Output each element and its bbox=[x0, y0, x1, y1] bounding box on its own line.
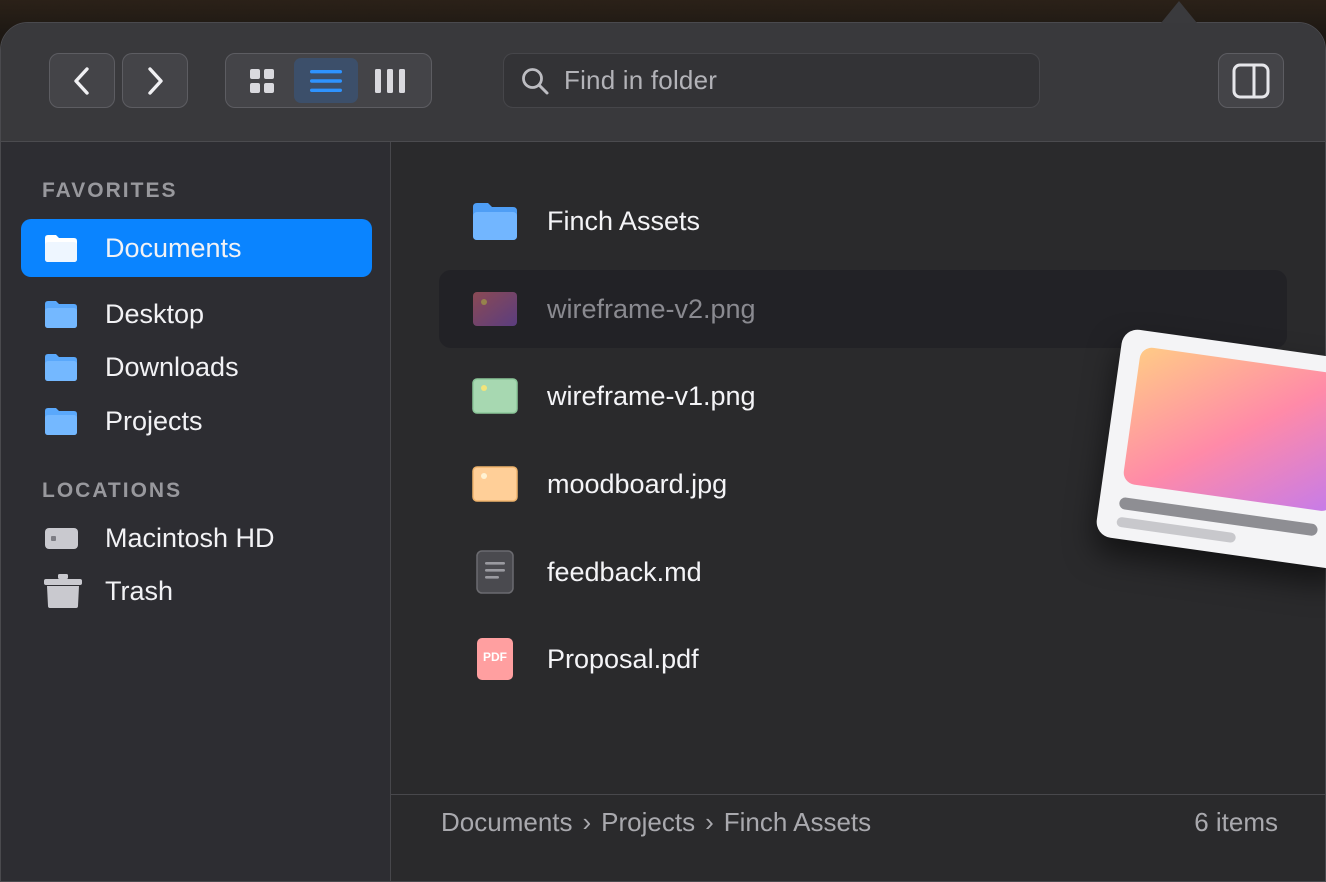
breadcrumb: Documents › Projects › Finch Assets bbox=[441, 807, 871, 838]
locations-heading: LOCATIONS bbox=[42, 479, 183, 502]
folder-icon bbox=[471, 198, 519, 244]
sidebar-item-trash[interactable]: Trash bbox=[21, 562, 372, 620]
sidebar-item-label: Desktop bbox=[105, 298, 205, 329]
popover-arrow bbox=[1161, 1, 1197, 23]
column-view-button[interactable] bbox=[358, 58, 422, 103]
drag-preview-thumbnail[interactable] bbox=[1094, 327, 1326, 571]
drag-preview-image bbox=[1122, 346, 1326, 513]
sidebar-item-projects[interactable]: Projects bbox=[21, 392, 372, 450]
file-row-proposal[interactable]: PDF Proposal.pdf bbox=[439, 620, 1287, 698]
sidebar-item-label: Documents bbox=[105, 232, 242, 263]
image-file-icon bbox=[471, 286, 519, 332]
sidebar-item-label: Projects bbox=[105, 405, 203, 436]
image-file-icon bbox=[471, 461, 519, 507]
search-field[interactable]: Find in folder bbox=[503, 53, 1040, 108]
forward-button[interactable] bbox=[122, 53, 188, 108]
sidebar-item-macintosh-hd[interactable]: Macintosh HD bbox=[21, 509, 372, 567]
list-view-icon bbox=[310, 69, 342, 92]
hard-drive-icon bbox=[43, 521, 83, 555]
sidebar-item-documents[interactable]: Documents bbox=[21, 219, 372, 277]
sidebar-item-downloads[interactable]: Downloads bbox=[21, 338, 372, 396]
search-icon bbox=[522, 67, 549, 94]
pdf-badge: PDF bbox=[483, 650, 507, 664]
file-name: feedback.md bbox=[547, 556, 702, 587]
breadcrumb-separator: › bbox=[705, 807, 714, 837]
sidebar: FAVORITES Documents Desktop Downloads Pr… bbox=[1, 142, 391, 881]
view-mode-segmented-control bbox=[225, 53, 432, 108]
favorites-heading: FAVORITES bbox=[42, 179, 178, 202]
pdf-file-icon: PDF bbox=[471, 636, 519, 682]
file-name: wireframe-v1.png bbox=[547, 380, 756, 411]
grid-view-button[interactable] bbox=[230, 58, 294, 103]
chevron-right-icon bbox=[148, 66, 163, 95]
folder-icon bbox=[43, 350, 83, 384]
sidebar-item-label: Macintosh HD bbox=[105, 522, 275, 553]
text-file-icon bbox=[471, 549, 519, 595]
chevron-left-icon bbox=[74, 66, 89, 95]
breadcrumb-item-finch-assets[interactable]: Finch Assets bbox=[724, 807, 871, 838]
search-placeholder: Find in folder bbox=[564, 65, 718, 95]
list-view-button[interactable] bbox=[294, 58, 358, 103]
column-view-icon bbox=[375, 68, 405, 93]
folder-icon bbox=[43, 404, 83, 438]
toolbar: Find in folder bbox=[1, 23, 1325, 142]
folder-icon bbox=[43, 231, 83, 265]
item-count: 6 items bbox=[1194, 807, 1278, 837]
file-name: wireframe-v2.png bbox=[547, 293, 756, 324]
image-file-icon bbox=[471, 373, 519, 419]
folder-icon bbox=[43, 297, 83, 331]
sidebar-item-label: Trash bbox=[105, 575, 174, 606]
file-name: Proposal.pdf bbox=[547, 643, 699, 674]
sidebar-toggle-icon bbox=[1232, 63, 1270, 98]
sidebar-toggle-button[interactable] bbox=[1218, 53, 1284, 108]
trash-icon bbox=[43, 574, 83, 608]
sidebar-item-label: Downloads bbox=[105, 351, 239, 382]
breadcrumb-item-documents[interactable]: Documents bbox=[441, 807, 573, 838]
grid-view-icon bbox=[250, 68, 274, 93]
file-name: moodboard.jpg bbox=[547, 468, 728, 499]
back-button[interactable] bbox=[49, 53, 115, 108]
breadcrumb-separator: › bbox=[582, 807, 592, 837]
sidebar-item-desktop[interactable]: Desktop bbox=[21, 285, 372, 343]
breadcrumb-item-projects[interactable]: Projects bbox=[601, 807, 695, 838]
file-name: Finch Assets bbox=[547, 205, 701, 236]
file-row-finch-assets[interactable]: Finch Assets bbox=[439, 182, 1287, 260]
